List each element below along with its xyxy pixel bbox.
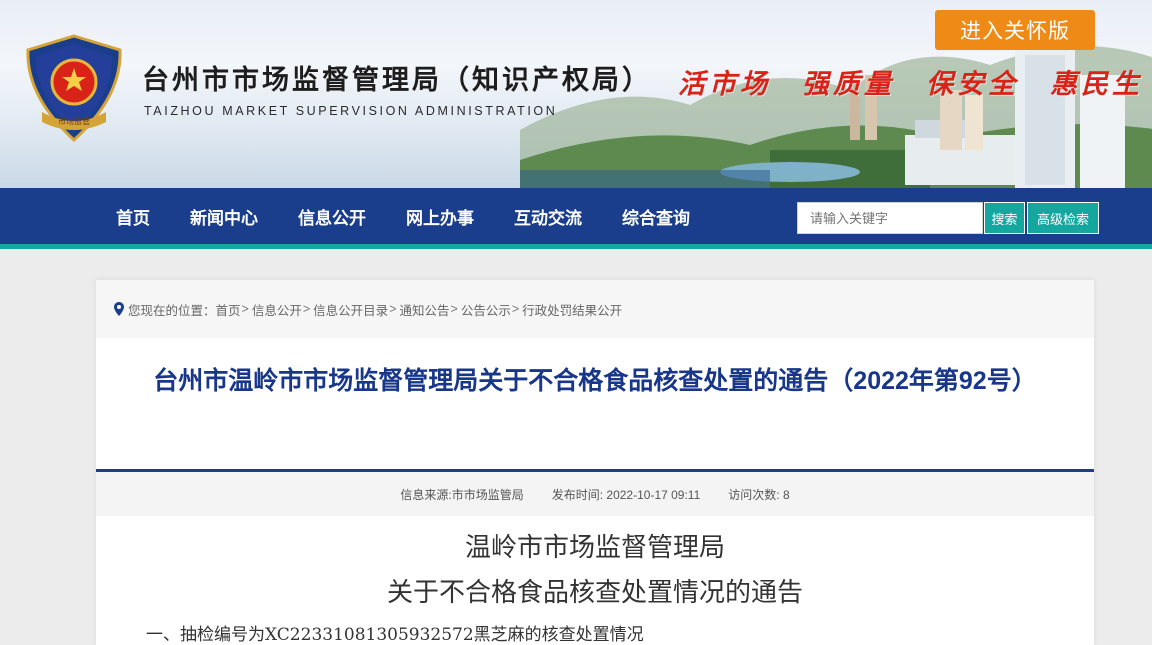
breadcrumb-announcements[interactable]: 公告公示 xyxy=(461,300,511,319)
breadcrumb-separator: > xyxy=(241,302,249,316)
article-meta: 信息来源:市市场监管局 发布时间: 2022-10-17 09:11 访问次数:… xyxy=(96,472,1094,516)
article-headline: 台州市温岭市市场监督管理局关于不合格食品核查处置的通告（2022年第92号） xyxy=(153,367,1037,395)
nav-item-online-services[interactable]: 网上办事 xyxy=(406,204,474,229)
nav-list: 首页 新闻中心 信息公开 网上办事 互动交流 综合查询 xyxy=(116,188,730,244)
breadcrumb-separator: > xyxy=(389,302,397,316)
nav-underline xyxy=(0,244,1152,249)
market-supervision-emblem-icon: 市场监管 xyxy=(26,34,122,142)
breadcrumb-info-disclosure[interactable]: 信息公开 xyxy=(252,300,302,319)
meta-views: 访问次数: 8 xyxy=(728,486,789,503)
header-banner: 市场监管 台州市市场监督管理局（知识产权局） TAIZHOU MARKET SU… xyxy=(0,0,1152,188)
meta-source: 信息来源:市市场监管局 xyxy=(400,486,523,503)
breadcrumb-info-catalog[interactable]: 信息公开目录 xyxy=(313,300,388,319)
advanced-search-button[interactable]: 高级检索 xyxy=(1027,202,1099,234)
meta-date-value: 2022-10-17 09:11 xyxy=(606,487,701,502)
breadcrumb-notices[interactable]: 通知公告 xyxy=(400,300,450,319)
document-title-line-1: 温岭市市场监督管理局 xyxy=(464,533,725,563)
meta-source-label: 信息来源: xyxy=(400,487,452,502)
meta-date: 发布时间: 2022-10-17 09:11 xyxy=(552,486,701,503)
meta-views-value: 8 xyxy=(782,487,790,502)
breadcrumb-home[interactable]: 首页 xyxy=(216,300,241,319)
location-pin-icon xyxy=(114,302,124,316)
breadcrumb-prefix: 您现在的位置： xyxy=(128,303,216,318)
site-subtitle: TAIZHOU MARKET SUPERVISION ADMINISTRATIO… xyxy=(144,104,558,118)
document-paragraph: 一、抽检编号为XC22331081305932572黑芝麻的核查处置情况 xyxy=(146,625,644,645)
care-mode-button[interactable]: 进入关怀版 xyxy=(935,10,1095,50)
meta-views-label: 访问次数: xyxy=(728,487,780,502)
slogan: 活市场 强质量 保安全 惠民生 xyxy=(678,69,1143,100)
meta-source-value: 市市场监管局 xyxy=(451,487,524,502)
search-input[interactable] xyxy=(797,202,983,234)
nav-item-info-disclosure[interactable]: 信息公开 xyxy=(298,204,366,229)
breadcrumb-separator: > xyxy=(450,302,458,316)
nav-item-news[interactable]: 新闻中心 xyxy=(190,204,258,229)
nav-item-query[interactable]: 综合查询 xyxy=(622,204,690,229)
nav-item-home[interactable]: 首页 xyxy=(116,204,150,229)
nav-item-interaction[interactable]: 互动交流 xyxy=(514,204,582,229)
document-title-line-2: 关于不合格食品核查处置情况的通告 xyxy=(386,578,803,608)
article-card: 您现在的位置： 首页 > 信息公开 > 信息公开目录 > 通知公告 > 公告公示 > 行政… xyxy=(96,280,1094,645)
breadcrumb-penalty-results[interactable]: 行政处罚结果公开 xyxy=(522,300,622,319)
search-button[interactable]: 搜索 xyxy=(984,202,1025,234)
breadcrumb: 您现在的位置： 首页 > 信息公开 > 信息公开目录 > 通知公告 > 公告公示 > 行政… xyxy=(96,280,1094,338)
breadcrumb-separator: > xyxy=(302,302,311,316)
site-title: 台州市市场监督管理局（知识产权局） xyxy=(142,65,652,96)
emblem-text: 市场监管 xyxy=(58,116,90,126)
meta-date-label: 发布时间: xyxy=(551,487,604,502)
breadcrumb-separator: > xyxy=(511,302,520,316)
